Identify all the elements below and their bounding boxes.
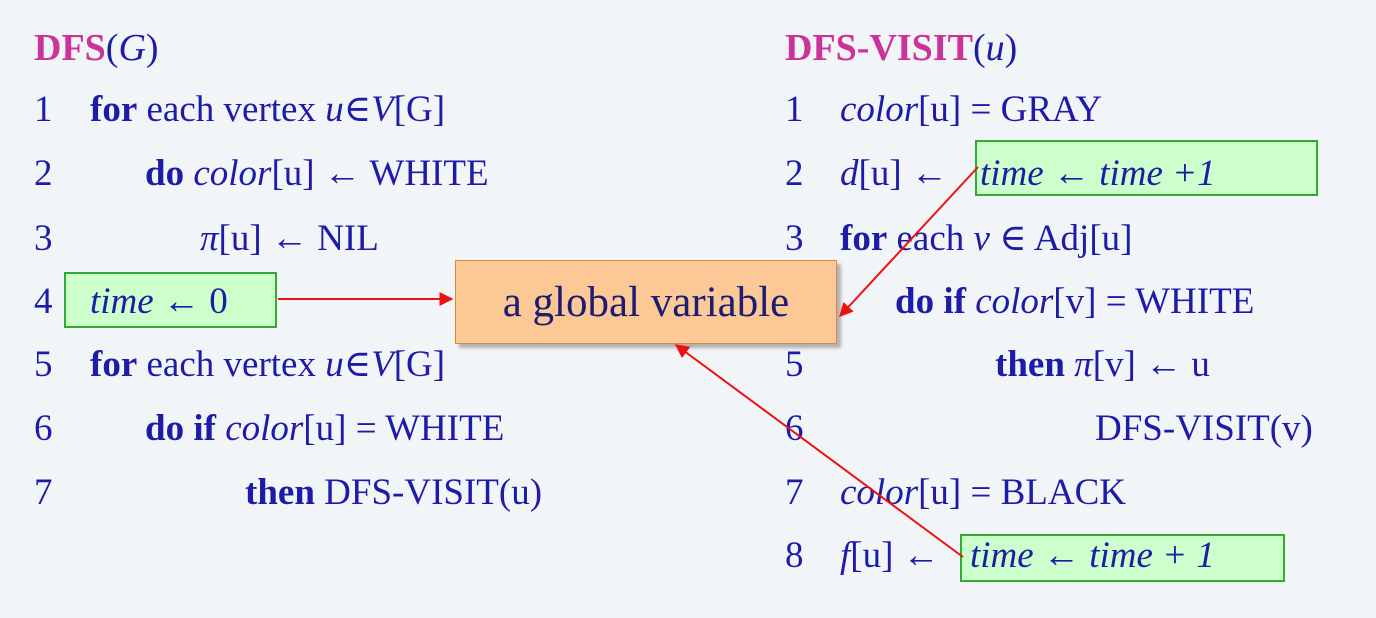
arrows-layer (278, 166, 979, 558)
arrow-box2-to-callout (674, 344, 964, 558)
pseudocode-slide: DFS(G) 1 for each vertex u∈V[G] 2 do col… (0, 0, 1376, 618)
arrow-box1-to-callout (839, 166, 979, 318)
